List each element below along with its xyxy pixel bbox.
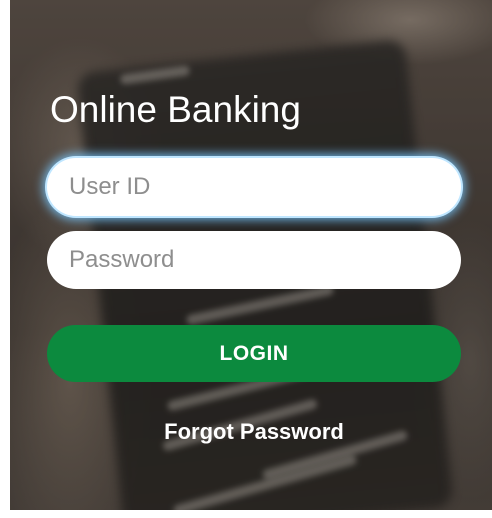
- login-button[interactable]: LOGIN: [47, 325, 461, 382]
- password-input[interactable]: [47, 231, 461, 289]
- login-screen: Online Banking LOGIN Forgot Password: [0, 0, 492, 518]
- page-title: Online Banking: [50, 89, 301, 130]
- forgot-password-link[interactable]: Forgot Password: [47, 419, 461, 445]
- user-id-input[interactable]: [47, 158, 461, 216]
